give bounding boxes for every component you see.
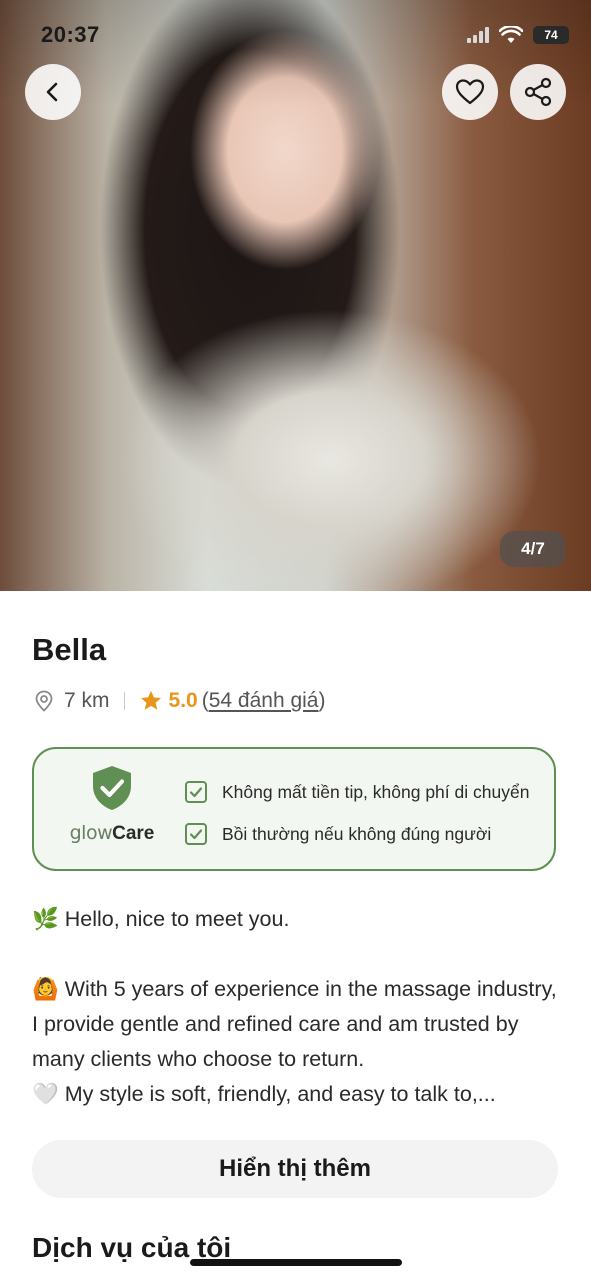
star-icon xyxy=(140,690,161,710)
battery-indicator: 74 xyxy=(533,26,569,44)
bio-spacer xyxy=(32,937,562,972)
share-button[interactable] xyxy=(510,64,566,120)
bio-style: 🤍 My style is soft, friendly, and easy t… xyxy=(32,1082,496,1106)
photo-counter-text: 4/7 xyxy=(521,539,545,558)
shield-check-icon xyxy=(93,766,131,810)
brand-glow: glow xyxy=(69,822,113,844)
distance-text: 7 km xyxy=(64,689,110,712)
benefit-item: Không mất tiền tip, không phí di chuyển xyxy=(184,775,529,809)
status-bar: 20:37 74 xyxy=(0,0,591,70)
battery-level: 74 xyxy=(544,28,558,42)
photo-counter: 4/7 xyxy=(500,531,566,567)
meta-divider xyxy=(123,692,125,710)
profile-meta: 7 km 5.0 (54 đánh giá) xyxy=(32,686,326,716)
chevron-left-icon xyxy=(46,82,58,102)
photo-top-shade xyxy=(0,0,591,591)
checkbox-check-icon xyxy=(185,781,207,803)
glow-care-benefits: Không mất tiền tip, không phí di chuyển … xyxy=(184,775,529,859)
favorite-button[interactable] xyxy=(442,64,498,120)
reviews-open-paren: ( xyxy=(201,689,209,712)
home-indicator[interactable] xyxy=(190,1259,402,1266)
profile-name: Bella xyxy=(32,632,107,667)
brand-care: Care xyxy=(112,823,155,844)
rating-value: 5.0 xyxy=(168,689,198,712)
cellular-signal-icon xyxy=(467,27,489,43)
location-pin-icon xyxy=(35,690,53,712)
back-button[interactable] xyxy=(25,64,81,120)
reviews-close-paren: ) xyxy=(318,689,326,712)
bio-text: 🌿 Hello, nice to meet you. 🙆 With 5 year… xyxy=(32,902,562,1112)
glow-care-brand: glowCare xyxy=(64,822,160,845)
profile-photo[interactable] xyxy=(0,0,591,591)
reviews-count: 54 đánh giá xyxy=(208,689,319,712)
bio-experience: 🙆 With 5 years of experience in the mass… xyxy=(32,977,557,1071)
glow-care-card: glowCare Không mất tiền tip, không phí d… xyxy=(32,747,556,871)
benefit-text: Không mất tiền tip, không phí di chuyển xyxy=(222,781,530,802)
heart-icon xyxy=(455,79,485,105)
status-indicators: 74 xyxy=(467,26,569,44)
benefit-text: Bồi thường nếu không đúng người xyxy=(222,823,492,844)
status-time: 20:37 xyxy=(41,22,100,47)
show-more-button[interactable]: Hiển thị thêm xyxy=(32,1140,558,1198)
glow-care-logo: glowCare xyxy=(64,765,160,845)
share-icon xyxy=(524,77,552,107)
benefit-item: Bồi thường nếu không đúng người xyxy=(184,817,529,851)
bio-greeting: 🌿 Hello, nice to meet you. xyxy=(32,907,290,931)
wifi-icon xyxy=(499,26,523,43)
reviews-link[interactable]: (54 đánh giá) xyxy=(202,689,326,713)
checkbox-check-icon xyxy=(185,823,207,845)
